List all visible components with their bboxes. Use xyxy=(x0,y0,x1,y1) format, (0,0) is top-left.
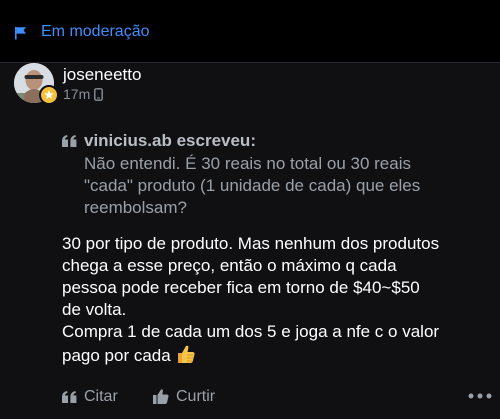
quote-button[interactable]: Citar xyxy=(62,387,118,407)
post-actions: Citar Curtir xyxy=(62,387,492,407)
post-meta: 17m xyxy=(63,85,104,103)
post-author[interactable]: joseneetto xyxy=(63,64,141,86)
quote-button-label: Citar xyxy=(84,388,118,405)
quote-text: Não entendi. É 30 reais no total ou 30 r… xyxy=(84,154,421,217)
thumbs-up-emoji-icon xyxy=(178,345,196,363)
like-button-label: Curtir xyxy=(176,388,216,405)
flag-icon xyxy=(15,27,26,40)
user-rank-badge xyxy=(39,85,59,105)
like-button[interactable]: Curtir xyxy=(153,387,215,407)
quote-icon xyxy=(62,391,77,403)
moderation-label: Em moderação xyxy=(41,23,150,40)
post-body-text: 30 por tipo de produto. Mas nenhum dos p… xyxy=(62,234,440,365)
post-body: 30 por tipo de produto. Mas nenhum dos p… xyxy=(62,233,490,367)
post-card: joseneetto 17m vinicius.ab escreveu: Não… xyxy=(0,63,500,419)
post-time: 17m xyxy=(63,86,91,102)
quote-icon xyxy=(62,135,77,147)
mobile-device-icon xyxy=(94,88,104,101)
moderation-banner: Em moderação xyxy=(0,0,500,63)
star-icon xyxy=(44,90,54,99)
quote-author[interactable]: vinicius.ab escreveu: xyxy=(84,130,256,152)
thumbs-up-icon xyxy=(153,389,169,404)
more-options-icon[interactable] xyxy=(468,393,492,399)
